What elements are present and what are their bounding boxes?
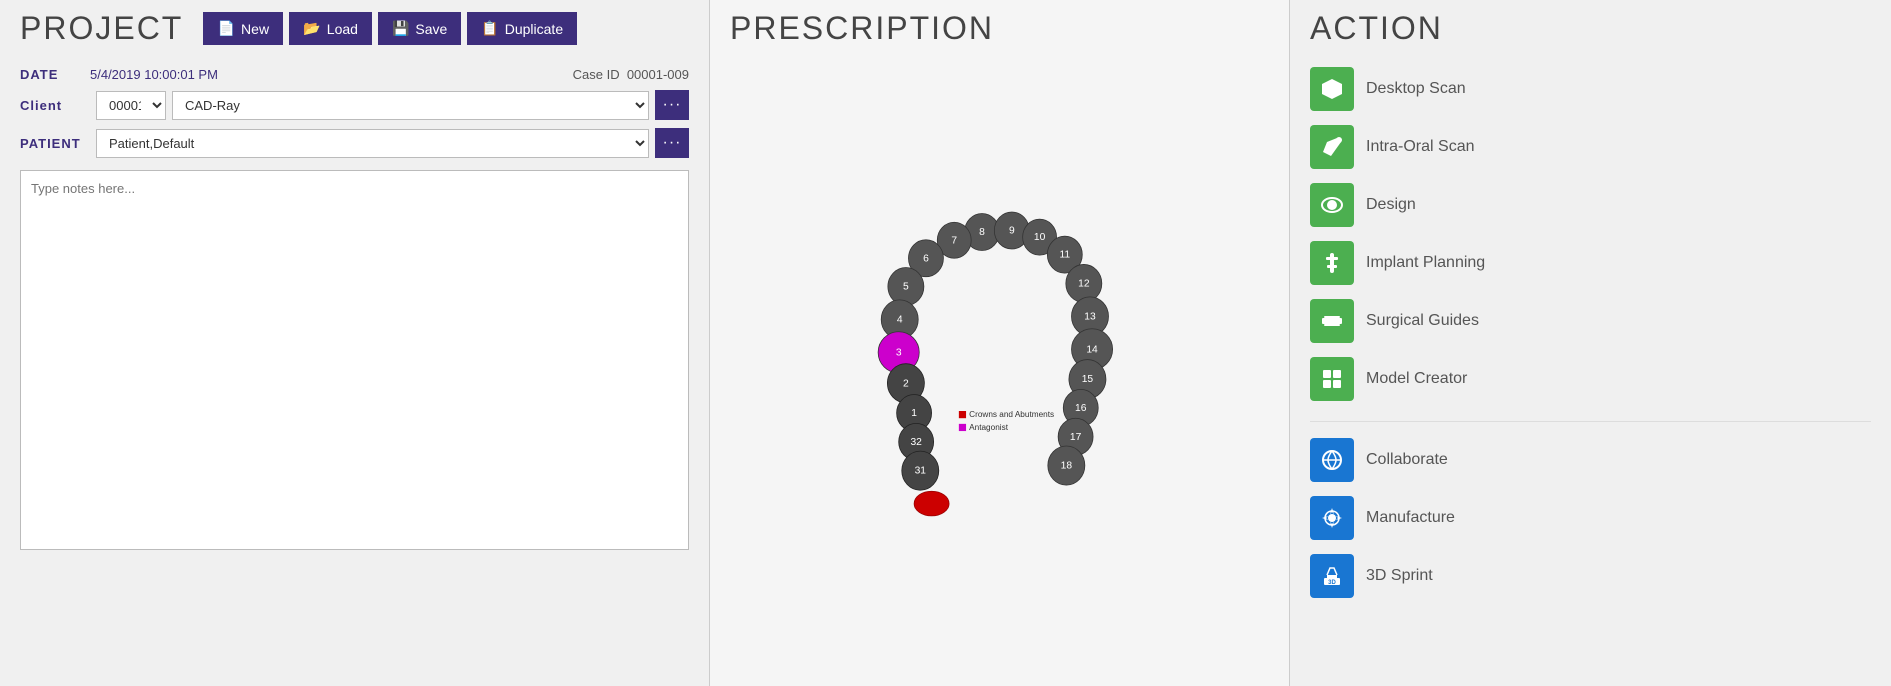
teeth-svg: 8 9 7 10 6	[730, 57, 1270, 657]
load-button[interactable]: 📂 Load	[289, 12, 372, 45]
svg-text:10: 10	[1034, 232, 1046, 243]
tooth-12[interactable]: 12	[1066, 264, 1102, 302]
action-divider	[1310, 421, 1871, 422]
client-more-button[interactable]: ···	[655, 90, 689, 120]
3d-sprint-icon: 3D	[1310, 554, 1354, 598]
svg-text:2: 2	[903, 378, 909, 389]
svg-text:4: 4	[897, 315, 903, 326]
prescription-panel: PRESCRIPTION 8 9 7 10	[710, 0, 1290, 686]
svg-text:5: 5	[903, 282, 909, 293]
date-value: 5/4/2019 10:00:01 PM	[90, 67, 573, 82]
action-panel: ACTION Desktop Scan Intra-Oral Scan Desi…	[1290, 0, 1891, 686]
project-panel: PROJECT 📄 New 📂 Load 💾 Save 📋 Duplicate …	[0, 0, 710, 686]
svg-text:15: 15	[1082, 374, 1094, 385]
desktop-scan-icon	[1310, 67, 1354, 111]
svg-text:13: 13	[1084, 311, 1096, 322]
date-label: DATE	[20, 67, 90, 82]
svg-text:11: 11	[1059, 250, 1070, 261]
svg-text:31: 31	[915, 466, 927, 477]
patient-more-button[interactable]: ···	[655, 128, 689, 158]
client-id-select[interactable]: 00001	[96, 91, 166, 120]
implant-planning-label: Implant Planning	[1366, 254, 1485, 272]
intra-oral-scan-label: Intra-Oral Scan	[1366, 138, 1474, 156]
collaborate-label: Collaborate	[1366, 451, 1448, 469]
action-title: ACTION	[1310, 10, 1871, 47]
patient-row: PATIENT Patient,Default ···	[20, 128, 689, 158]
svg-text:18: 18	[1061, 461, 1073, 472]
caseid-display: Case ID 00001-009	[573, 67, 689, 82]
prescription-title: PRESCRIPTION	[730, 10, 1269, 47]
project-header: PROJECT 📄 New 📂 Load 💾 Save 📋 Duplicate	[20, 10, 689, 47]
model-creator-item[interactable]: Model Creator	[1310, 357, 1871, 401]
design-label: Design	[1366, 196, 1416, 214]
load-icon: 📂	[303, 20, 320, 37]
3d-sprint-label: 3D Sprint	[1366, 567, 1433, 585]
toolbar: 📄 New 📂 Load 💾 Save 📋 Duplicate	[203, 12, 577, 45]
tooth-5[interactable]: 5	[888, 268, 924, 306]
date-row: DATE 5/4/2019 10:00:01 PM Case ID 00001-…	[20, 67, 689, 82]
svg-text:8: 8	[979, 227, 985, 238]
svg-text:7: 7	[951, 235, 957, 246]
svg-text:6: 6	[923, 253, 929, 264]
client-label: Client	[20, 98, 90, 113]
desktop-scan-item[interactable]: Desktop Scan	[1310, 67, 1871, 111]
client-name-select[interactable]: CAD-Ray	[172, 91, 649, 120]
tooth-31[interactable]: 31	[902, 451, 939, 490]
surgical-guides-label: Surgical Guides	[1366, 312, 1479, 330]
collaborate-icon	[1310, 438, 1354, 482]
model-creator-icon	[1310, 357, 1354, 401]
svg-text:17: 17	[1070, 432, 1082, 443]
action-group-green: Desktop Scan Intra-Oral Scan Design Impl…	[1310, 67, 1871, 401]
svg-text:16: 16	[1075, 403, 1087, 414]
surgical-guides-icon	[1310, 299, 1354, 343]
svg-text:9: 9	[1009, 226, 1015, 237]
save-button[interactable]: 💾 Save	[378, 12, 461, 45]
legend-crowns-color	[959, 411, 966, 418]
save-icon: 💾	[392, 20, 409, 37]
design-item[interactable]: Design	[1310, 183, 1871, 227]
manufacture-label: Manufacture	[1366, 509, 1455, 527]
patient-label: PATIENT	[20, 136, 90, 151]
svg-text:14: 14	[1086, 344, 1098, 355]
intra-oral-scan-item[interactable]: Intra-Oral Scan	[1310, 125, 1871, 169]
legend-crowns-label: Crowns and Abutments	[969, 410, 1054, 419]
manufacture-icon	[1310, 496, 1354, 540]
desktop-scan-label: Desktop Scan	[1366, 80, 1466, 98]
tooth-18[interactable]: 18	[1048, 446, 1085, 485]
svg-text:32: 32	[910, 437, 922, 448]
svg-text:3: 3	[896, 347, 902, 358]
surgical-guides-item[interactable]: Surgical Guides	[1310, 299, 1871, 343]
svg-text:12: 12	[1078, 279, 1090, 290]
collaborate-item[interactable]: Collaborate	[1310, 438, 1871, 482]
implant-planning-item[interactable]: Implant Planning	[1310, 241, 1871, 285]
design-icon	[1310, 183, 1354, 227]
project-info: DATE 5/4/2019 10:00:01 PM Case ID 00001-…	[20, 67, 689, 158]
action-group-blue: Collaborate Manufacture 3D 3D Sprint	[1310, 438, 1871, 598]
3d-sprint-item[interactable]: 3D 3D Sprint	[1310, 554, 1871, 598]
tooth-crown-bottom[interactable]	[914, 491, 949, 516]
svg-text:3D: 3D	[1328, 580, 1336, 586]
patient-select[interactable]: Patient,Default	[96, 129, 649, 158]
svg-text:1: 1	[911, 408, 917, 419]
legend-antagonist-color	[959, 424, 966, 431]
project-title: PROJECT	[20, 10, 183, 47]
notes-textarea[interactable]	[20, 170, 689, 550]
duplicate-button[interactable]: 📋 Duplicate	[467, 12, 577, 45]
implant-planning-icon	[1310, 241, 1354, 285]
legend-antagonist-label: Antagonist	[969, 423, 1009, 432]
duplicate-icon: 📋	[481, 20, 498, 37]
intra-oral-scan-icon	[1310, 125, 1354, 169]
manufacture-item[interactable]: Manufacture	[1310, 496, 1871, 540]
client-row: Client 00001 CAD-Ray ···	[20, 90, 689, 120]
new-icon: 📄	[218, 20, 235, 37]
model-creator-label: Model Creator	[1366, 370, 1467, 388]
new-button[interactable]: 📄 New	[203, 12, 283, 45]
teeth-diagram: 8 9 7 10 6	[730, 57, 1270, 657]
